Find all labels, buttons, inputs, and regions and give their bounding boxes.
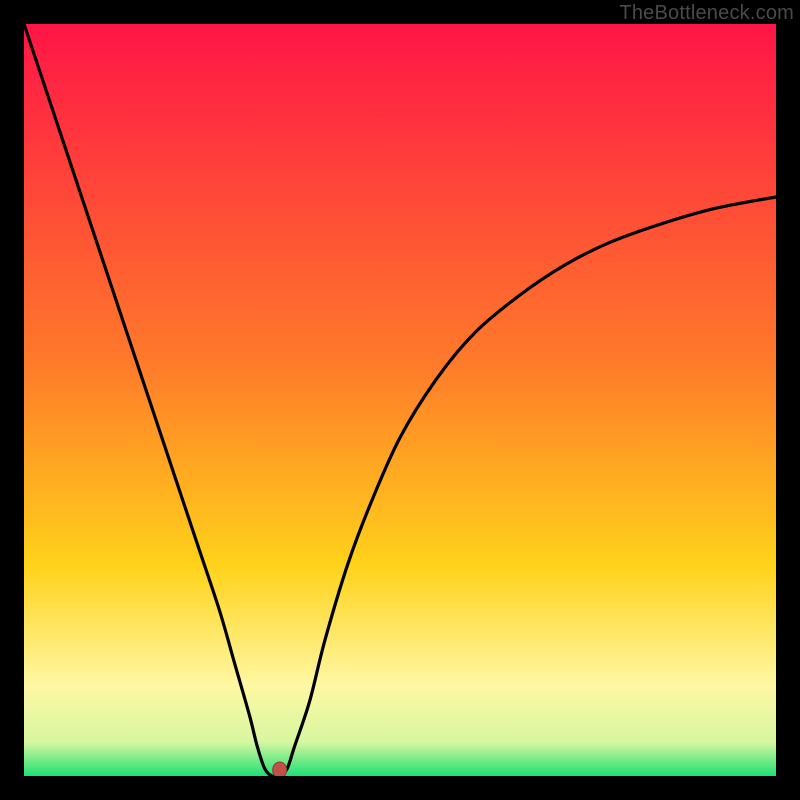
- optimum-marker: [273, 762, 287, 776]
- chart-frame: [24, 24, 776, 776]
- watermark-text: TheBottleneck.com: [619, 2, 794, 25]
- gradient-background: [24, 24, 776, 776]
- bottleneck-chart: [24, 24, 776, 776]
